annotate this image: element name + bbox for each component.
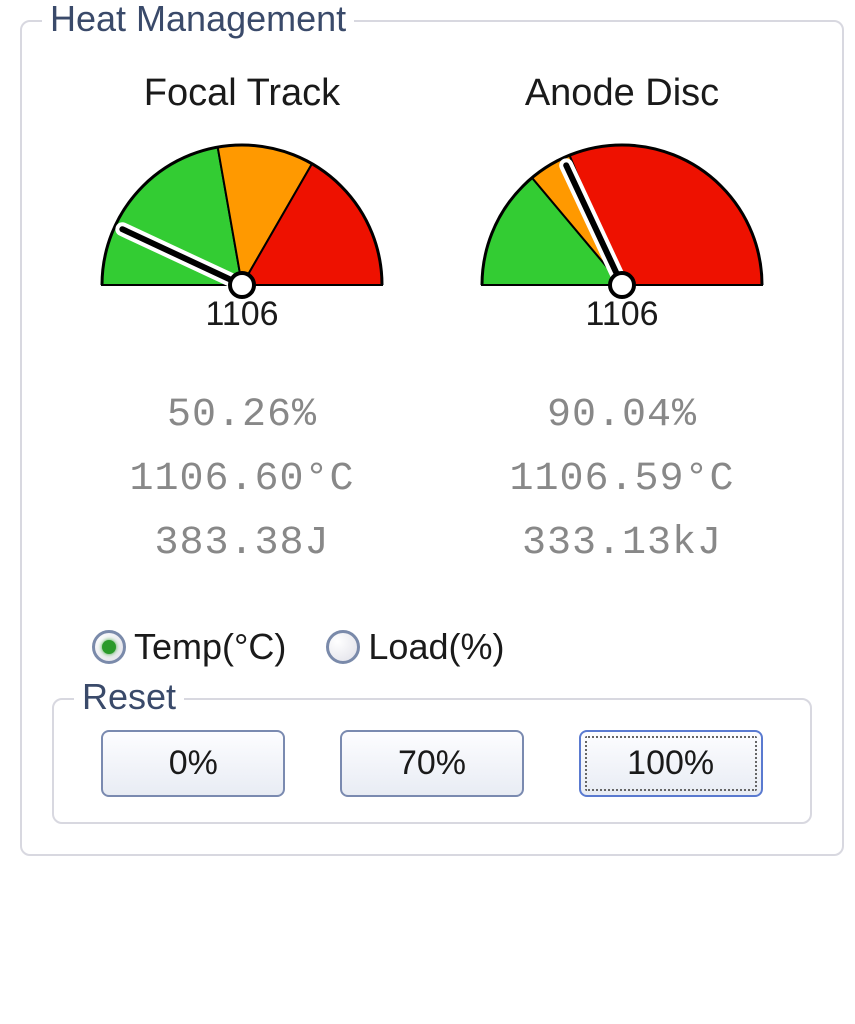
radio-icon <box>326 630 360 664</box>
stats-row: 50.26% 1106.60°C 383.38J 90.04% 1106.59°… <box>52 384 812 576</box>
reset-buttons-row: 0% 70% 100% <box>74 730 790 797</box>
stat-percent: 90.04% <box>452 384 792 448</box>
stat-energy: 333.13kJ <box>452 512 792 576</box>
stat-energy: 383.38J <box>72 512 412 576</box>
heat-management-panel: Heat Management Focal Track 1106 Anode D… <box>20 20 844 856</box>
mode-radio-group: Temp(°C) Load(%) <box>92 626 812 668</box>
radio-load[interactable]: Load(%) <box>326 626 504 668</box>
stat-percent: 50.26% <box>72 384 412 448</box>
reset-title: Reset <box>74 676 184 718</box>
reset-70-button[interactable]: 70% <box>340 730 524 797</box>
gauge-value: 1106 <box>452 295 792 334</box>
stat-temp: 1106.59°C <box>452 448 792 512</box>
stats-focal: 50.26% 1106.60°C 383.38J <box>72 384 412 576</box>
gauge-focal-track: Focal Track 1106 <box>72 72 412 334</box>
reset-0-button[interactable]: 0% <box>101 730 285 797</box>
stat-temp: 1106.60°C <box>72 448 412 512</box>
gauge-value: 1106 <box>72 295 412 334</box>
stats-anode: 90.04% 1106.59°C 333.13kJ <box>452 384 792 576</box>
reset-panel: Reset 0% 70% 100% <box>52 698 812 824</box>
reset-100-button[interactable]: 100% <box>579 730 763 797</box>
panel-title: Heat Management <box>42 0 354 40</box>
radio-icon <box>92 630 126 664</box>
radio-label: Temp(°C) <box>134 626 286 668</box>
gauges-row: Focal Track 1106 Anode Disc 1106 <box>52 72 812 334</box>
gauge-title: Anode Disc <box>452 72 792 115</box>
radio-label: Load(%) <box>368 626 504 668</box>
gauge-title: Focal Track <box>72 72 412 115</box>
gauge-anode-disc: Anode Disc 1106 <box>452 72 792 334</box>
radio-temp[interactable]: Temp(°C) <box>92 626 286 668</box>
